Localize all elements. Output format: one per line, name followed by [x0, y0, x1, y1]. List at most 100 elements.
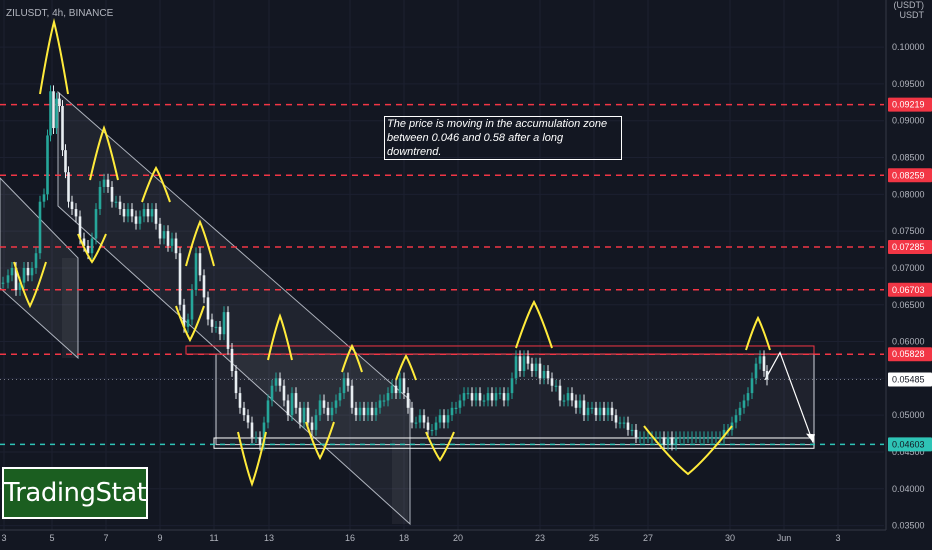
candle-body [518, 356, 522, 371]
candle-body [626, 422, 630, 430]
candle-body [582, 400, 586, 416]
candle-body [390, 385, 394, 394]
candle-body [362, 407, 366, 416]
candle-body [326, 407, 330, 416]
symbol-label: ZILUSDT, 4h, BINANCE [6, 8, 114, 19]
candle-body [226, 312, 230, 349]
candle-body [74, 209, 78, 217]
candle-body [102, 179, 106, 187]
candle-body [450, 407, 454, 416]
candle-body [26, 267, 30, 276]
candle-body [358, 407, 362, 416]
candle-body [694, 437, 698, 439]
candle-body [466, 393, 470, 395]
candle-body [52, 91, 55, 129]
candle-body [734, 415, 738, 423]
descending-channels [0, 90, 411, 526]
candle-body [442, 415, 446, 423]
annotation-line-2: between 0.046 and 0.58 after a long down… [387, 132, 564, 158]
candle-body [150, 209, 154, 217]
candle-body [370, 407, 374, 416]
candle-body [634, 429, 638, 438]
candle-body [594, 407, 598, 416]
candle-body [710, 437, 714, 439]
candle-body [330, 407, 334, 416]
price-tick-label: 0.07000 [892, 263, 925, 273]
price-tick-label: 0.08500 [892, 153, 925, 163]
candle-body [166, 231, 170, 246]
price-tick-label: 0.09000 [892, 116, 925, 126]
candle-body [94, 209, 98, 239]
candle-body [702, 437, 706, 439]
candle-body [406, 393, 410, 408]
time-tick-label: 23 [535, 533, 545, 543]
candle-body [154, 209, 158, 224]
candle-body [462, 393, 466, 401]
price-tick-label: 0.05000 [892, 410, 925, 420]
candle-body [34, 253, 38, 268]
candle-body [470, 393, 474, 401]
candle-body [574, 400, 578, 408]
candle-body [478, 393, 482, 401]
candle-body [302, 407, 306, 423]
candle-body [242, 407, 246, 416]
candle-body [30, 267, 34, 276]
candle-body [454, 407, 458, 410]
candle-body [346, 378, 350, 386]
candle-body [686, 437, 690, 439]
candle-body [522, 356, 526, 371]
candle-body [394, 385, 398, 394]
candle-body [566, 393, 570, 401]
time-tick-label: Jun [777, 533, 792, 543]
candle-body [202, 275, 206, 298]
currency-top: (USDT) [893, 0, 925, 10]
candle-body [306, 407, 310, 423]
candle-body [118, 201, 122, 210]
candle-body [446, 415, 450, 423]
candle-body [126, 209, 130, 217]
candle-body [598, 407, 602, 416]
time-tick-label: 18 [399, 533, 409, 543]
candle-body [414, 422, 418, 424]
time-tick-label: 3 [1, 533, 6, 543]
time-tick-label: 20 [453, 533, 463, 543]
candle-body [222, 312, 226, 335]
candle-body [714, 437, 718, 439]
candle-body [266, 400, 270, 423]
candle-body [250, 422, 254, 438]
candle-body [422, 415, 426, 423]
candle-body [474, 393, 478, 401]
candle-body [210, 319, 214, 327]
candle-body [42, 194, 46, 202]
candle-body [562, 400, 566, 402]
candle-body [274, 378, 278, 386]
candle-body [554, 385, 558, 387]
candle-body [110, 186, 114, 202]
price-tick-label: 0.06000 [892, 337, 925, 347]
candle-body [678, 437, 682, 439]
price-tick-label: 0.03500 [892, 521, 925, 531]
candle-body [64, 150, 67, 173]
candle-body [578, 400, 582, 408]
candle-body [322, 400, 326, 408]
candle-body [538, 363, 542, 379]
resistance-price-tag: 0.05828 [892, 349, 925, 359]
time-axis: 3 5 7 9 11 13 16 18 20 23 25 27 30 Jun 3 [0, 529, 886, 543]
candle-body [378, 400, 382, 408]
candle-body [490, 393, 494, 401]
candle-body [682, 437, 686, 439]
resistance-price-tag: 0.07285 [892, 242, 925, 252]
candle-body [22, 267, 26, 283]
time-tick-label: 3 [835, 533, 840, 543]
price-tick-label: 0.09500 [892, 79, 925, 89]
candle-body [122, 209, 126, 217]
candle-body [382, 400, 386, 402]
candle-body [746, 393, 750, 401]
candle-body [638, 437, 642, 439]
price-tick-label: 0.07500 [892, 226, 925, 236]
candle-body [386, 393, 390, 401]
candle-body [58, 98, 61, 106]
candle-body [374, 407, 378, 416]
candle-body [282, 385, 286, 401]
candle-body [494, 393, 498, 401]
